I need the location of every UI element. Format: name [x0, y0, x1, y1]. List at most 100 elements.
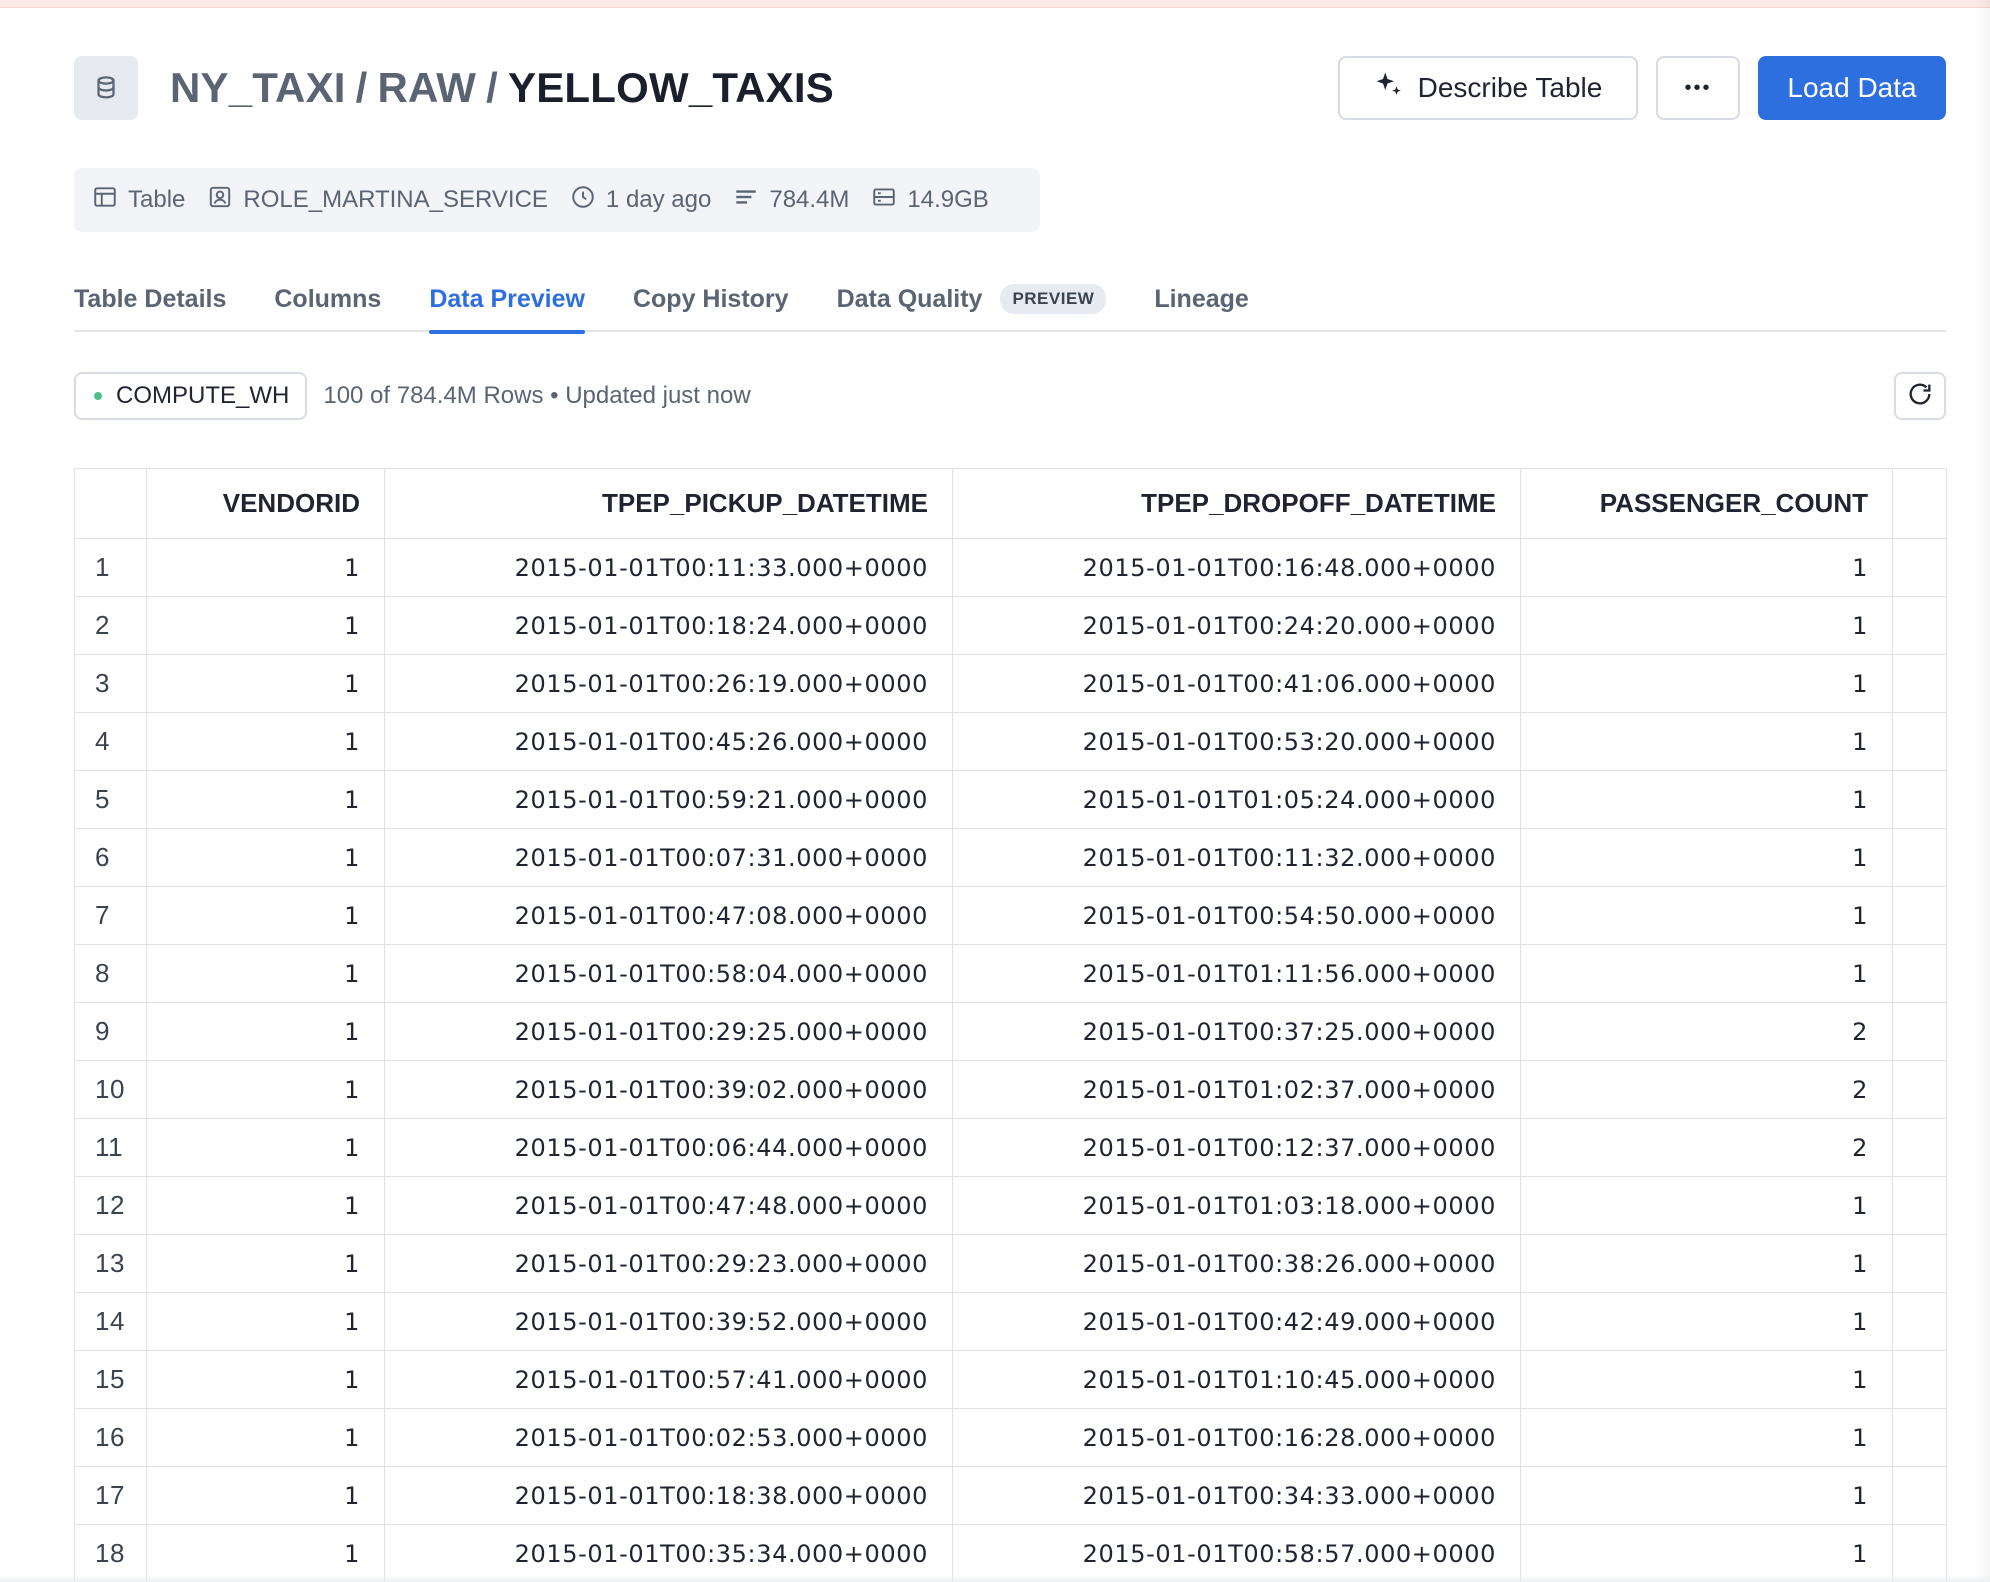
- dropoff-datetime-cell[interactable]: 2015-01-01T00:42:49.000+0000: [952, 1292, 1521, 1351]
- passenger-count-cell[interactable]: 1: [1520, 654, 1893, 713]
- pickup-datetime-cell[interactable]: 2015-01-01T00:39:02.000+0000: [384, 1060, 953, 1119]
- dropoff-datetime-cell[interactable]: 2015-01-01T01:10:45.000+0000: [952, 1350, 1521, 1409]
- row-index-cell[interactable]: 12: [74, 1176, 147, 1235]
- table-row[interactable]: 5 1 2015-01-01T00:59:21.000+0000 2015-01-01…: [74, 770, 1947, 829]
- passenger-count-cell[interactable]: 1: [1520, 828, 1893, 887]
- dropoff-datetime-cell[interactable]: 2015-01-01T01:03:18.000+0000: [952, 1176, 1521, 1235]
- row-index-cell[interactable]: 3: [74, 654, 147, 713]
- vendorid-cell[interactable]: 1: [146, 1292, 385, 1351]
- pickup-datetime-cell[interactable]: 2015-01-01T00:29:23.000+0000: [384, 1234, 953, 1293]
- row-index-cell[interactable]: 4: [74, 712, 147, 771]
- table-row[interactable]: 11 1 2015-01-01T00:06:44.000+0000 2015-01-0…: [74, 1118, 1947, 1177]
- row-index-cell[interactable]: 2: [74, 596, 147, 655]
- column-header-dropoff[interactable]: TPEP_DROPOFF_DATETIME: [952, 468, 1521, 539]
- pickup-datetime-cell[interactable]: 2015-01-01T00:06:44.000+0000: [384, 1118, 953, 1177]
- warehouse-selector[interactable]: COMPUTE_WH: [74, 372, 308, 420]
- passenger-count-cell[interactable]: 2: [1520, 1060, 1893, 1119]
- row-index-cell[interactable]: 13: [74, 1234, 147, 1293]
- row-index-cell[interactable]: 17: [74, 1466, 147, 1525]
- table-row[interactable]: 15 1 2015-01-01T00:57:41.000+0000 2015-01-0…: [74, 1350, 1947, 1409]
- dropoff-datetime-cell[interactable]: 2015-01-01T00:41:06.000+0000: [952, 654, 1521, 713]
- pickup-datetime-cell[interactable]: 2015-01-01T00:39:52.000+0000: [384, 1292, 953, 1351]
- passenger-count-cell[interactable]: 1: [1520, 596, 1893, 655]
- dropoff-datetime-cell[interactable]: 2015-01-01T00:16:28.000+0000: [952, 1408, 1521, 1467]
- passenger-count-cell[interactable]: 1: [1520, 1466, 1893, 1525]
- dropoff-datetime-cell[interactable]: 2015-01-01T00:16:48.000+0000: [952, 538, 1521, 597]
- row-index-cell[interactable]: 5: [74, 770, 147, 829]
- row-index-cell[interactable]: 1: [74, 538, 147, 597]
- row-index-cell[interactable]: 15: [74, 1350, 147, 1409]
- column-header-vendorid[interactable]: VENDORID: [146, 468, 385, 539]
- table-row[interactable]: 9 1 2015-01-01T00:29:25.000+0000 2015-01-01…: [74, 1002, 1947, 1061]
- vendorid-cell[interactable]: 1: [146, 1118, 385, 1177]
- passenger-count-cell[interactable]: 1: [1520, 712, 1893, 771]
- passenger-count-cell[interactable]: 1: [1520, 1408, 1893, 1467]
- vendorid-cell[interactable]: 1: [146, 596, 385, 655]
- breadcrumb-database[interactable]: NY_TAXI: [170, 64, 346, 112]
- passenger-count-cell[interactable]: 1: [1520, 886, 1893, 945]
- vendorid-cell[interactable]: 1: [146, 886, 385, 945]
- pickup-datetime-cell[interactable]: 2015-01-01T00:07:31.000+0000: [384, 828, 953, 887]
- pickup-datetime-cell[interactable]: 2015-01-01T00:26:19.000+0000: [384, 654, 953, 713]
- pickup-datetime-cell[interactable]: 2015-01-01T00:02:53.000+0000: [384, 1408, 953, 1467]
- vendorid-cell[interactable]: 1: [146, 538, 385, 597]
- table-row[interactable]: 14 1 2015-01-01T00:39:52.000+0000 2015-01-0…: [74, 1292, 1947, 1351]
- dropoff-datetime-cell[interactable]: 2015-01-01T01:05:24.000+0000: [952, 770, 1521, 829]
- table-row[interactable]: 6 1 2015-01-01T00:07:31.000+0000 2015-01-01…: [74, 828, 1947, 887]
- table-row[interactable]: 3 1 2015-01-01T00:26:19.000+0000 2015-01-01…: [74, 654, 1947, 713]
- tab-columns[interactable]: Columns: [274, 266, 381, 332]
- dropoff-datetime-cell[interactable]: 2015-01-01T00:54:50.000+0000: [952, 886, 1521, 945]
- row-index-cell[interactable]: 8: [74, 944, 147, 1003]
- passenger-count-cell[interactable]: 1: [1520, 538, 1893, 597]
- table-row[interactable]: 7 1 2015-01-01T00:47:08.000+0000 2015-01-01…: [74, 886, 1947, 945]
- table-row[interactable]: 18 1 2015-01-01T00:35:34.000+0000 2015-01-0…: [74, 1524, 1947, 1582]
- table-row[interactable]: 4 1 2015-01-01T00:45:26.000+0000 2015-01-01…: [74, 712, 1947, 771]
- dropoff-datetime-cell[interactable]: 2015-01-01T00:37:25.000+0000: [952, 1002, 1521, 1061]
- vendorid-cell[interactable]: 1: [146, 828, 385, 887]
- dropoff-datetime-cell[interactable]: 2015-01-01T00:24:20.000+0000: [952, 596, 1521, 655]
- table-row[interactable]: 2 1 2015-01-01T00:18:24.000+0000 2015-01-01…: [74, 596, 1947, 655]
- tab-data-quality[interactable]: Data Quality PREVIEW: [837, 266, 1107, 332]
- table-row[interactable]: 1 1 2015-01-01T00:11:33.000+0000 2015-01-01…: [74, 538, 1947, 597]
- pickup-datetime-cell[interactable]: 2015-01-01T00:57:41.000+0000: [384, 1350, 953, 1409]
- vendorid-cell[interactable]: 1: [146, 1234, 385, 1293]
- pickup-datetime-cell[interactable]: 2015-01-01T00:35:34.000+0000: [384, 1524, 953, 1582]
- pickup-datetime-cell[interactable]: 2015-01-01T00:18:24.000+0000: [384, 596, 953, 655]
- passenger-count-cell[interactable]: 2: [1520, 1118, 1893, 1177]
- row-index-cell[interactable]: 18: [74, 1524, 147, 1582]
- tab-table-details[interactable]: Table Details: [74, 266, 226, 332]
- table-row[interactable]: 10 1 2015-01-01T00:39:02.000+0000 2015-01-0…: [74, 1060, 1947, 1119]
- vendorid-cell[interactable]: 1: [146, 1466, 385, 1525]
- column-header-pickup[interactable]: TPEP_PICKUP_DATETIME: [384, 468, 953, 539]
- vendorid-cell[interactable]: 1: [146, 944, 385, 1003]
- table-row[interactable]: 13 1 2015-01-01T00:29:23.000+0000 2015-01-0…: [74, 1234, 1947, 1293]
- load-data-button[interactable]: Load Data: [1758, 56, 1946, 120]
- vendorid-cell[interactable]: 1: [146, 1408, 385, 1467]
- row-index-cell[interactable]: 11: [74, 1118, 147, 1177]
- pickup-datetime-cell[interactable]: 2015-01-01T00:59:21.000+0000: [384, 770, 953, 829]
- data-preview-table-container[interactable]: VENDORID TPEP_PICKUP_DATETIME TPEP_DROPO…: [74, 468, 1948, 1582]
- passenger-count-cell[interactable]: 1: [1520, 944, 1893, 1003]
- dropoff-datetime-cell[interactable]: 2015-01-01T00:34:33.000+0000: [952, 1466, 1521, 1525]
- pickup-datetime-cell[interactable]: 2015-01-01T00:18:38.000+0000: [384, 1466, 953, 1525]
- row-index-cell[interactable]: 10: [74, 1060, 147, 1119]
- dropoff-datetime-cell[interactable]: 2015-01-01T00:12:37.000+0000: [952, 1118, 1521, 1177]
- table-row[interactable]: 16 1 2015-01-01T00:02:53.000+0000 2015-01-0…: [74, 1408, 1947, 1467]
- vendorid-cell[interactable]: 1: [146, 1176, 385, 1235]
- dropoff-datetime-cell[interactable]: 2015-01-01T01:02:37.000+0000: [952, 1060, 1521, 1119]
- pickup-datetime-cell[interactable]: 2015-01-01T00:47:48.000+0000: [384, 1176, 953, 1235]
- row-index-cell[interactable]: 16: [74, 1408, 147, 1467]
- dropoff-datetime-cell[interactable]: 2015-01-01T00:38:26.000+0000: [952, 1234, 1521, 1293]
- tab-data-preview[interactable]: Data Preview: [429, 266, 585, 334]
- row-index-cell[interactable]: 6: [74, 828, 147, 887]
- vendorid-cell[interactable]: 1: [146, 770, 385, 829]
- pickup-datetime-cell[interactable]: 2015-01-01T00:58:04.000+0000: [384, 944, 953, 1003]
- row-index-cell[interactable]: 9: [74, 1002, 147, 1061]
- dropoff-datetime-cell[interactable]: 2015-01-01T00:11:32.000+0000: [952, 828, 1521, 887]
- column-header-passenger-count[interactable]: PASSENGER_COUNT: [1520, 468, 1893, 539]
- refresh-button[interactable]: [1894, 372, 1946, 420]
- pickup-datetime-cell[interactable]: 2015-01-01T00:29:25.000+0000: [384, 1002, 953, 1061]
- row-index-cell[interactable]: 7: [74, 886, 147, 945]
- vendorid-cell[interactable]: 1: [146, 1350, 385, 1409]
- table-row[interactable]: 17 1 2015-01-01T00:18:38.000+0000 2015-01-0…: [74, 1466, 1947, 1525]
